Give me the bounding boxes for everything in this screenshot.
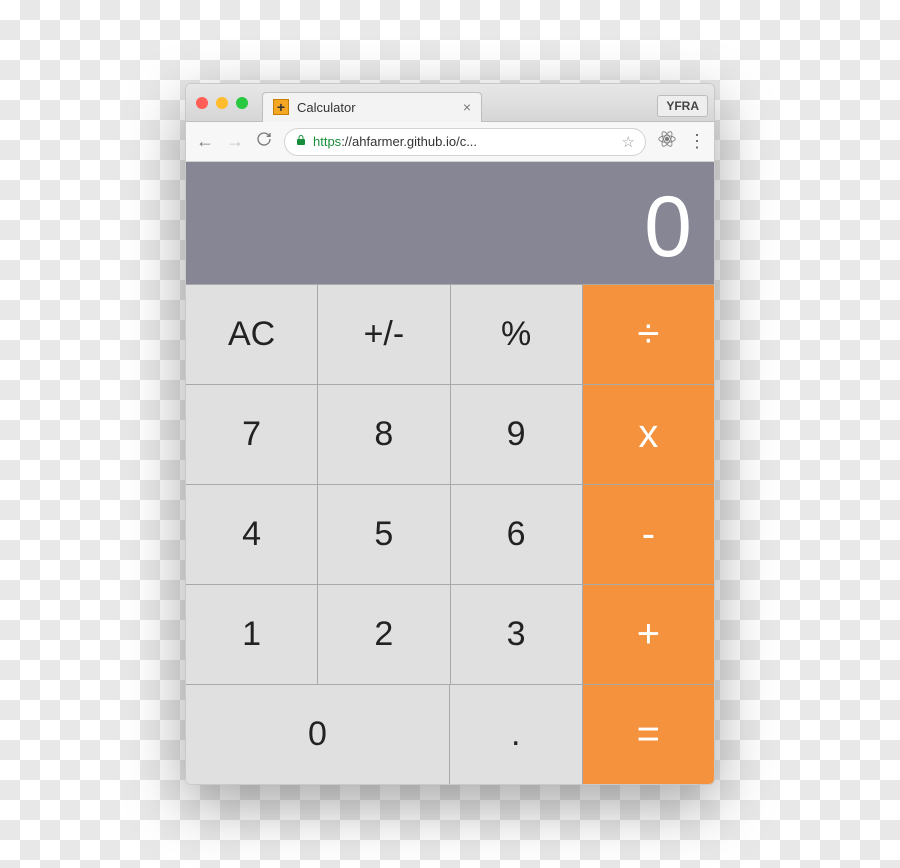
extension-badge[interactable]: YFRA — [657, 95, 708, 117]
digit-0-button[interactable]: 0 — [186, 684, 450, 784]
negate-button[interactable]: +/- — [318, 284, 450, 384]
decimal-button[interactable]: . — [450, 684, 583, 784]
back-button[interactable]: ← — [196, 131, 214, 152]
divide-button[interactable]: ÷ — [583, 284, 714, 384]
forward-button[interactable]: → — [226, 131, 244, 152]
favicon-icon: + — [273, 99, 289, 115]
digit-7-button[interactable]: 7 — [186, 384, 318, 484]
maximize-window-button[interactable] — [236, 97, 248, 109]
digit-2-button[interactable]: 2 — [318, 584, 450, 684]
tab-bar: + Calculator × YFRA — [186, 84, 714, 122]
digit-1-button[interactable]: 1 — [186, 584, 318, 684]
tab-title: Calculator — [297, 100, 455, 115]
lock-icon — [295, 134, 307, 149]
subtract-button[interactable]: - — [583, 484, 714, 584]
browser-window: + Calculator × YFRA ← → https://ahfarmer… — [185, 83, 715, 785]
reload-button[interactable] — [256, 131, 272, 152]
digit-6-button[interactable]: 6 — [451, 484, 583, 584]
multiply-button[interactable]: x — [583, 384, 714, 484]
close-window-button[interactable] — [196, 97, 208, 109]
digit-5-button[interactable]: 5 — [318, 484, 450, 584]
clear-button[interactable]: AC — [186, 284, 318, 384]
add-button[interactable]: + — [583, 584, 714, 684]
digit-4-button[interactable]: 4 — [186, 484, 318, 584]
digit-3-button[interactable]: 3 — [451, 584, 583, 684]
window-controls — [196, 97, 248, 109]
calculator-keypad: AC+/-%÷ 789x 456- 123+0.= — [186, 284, 714, 784]
digit-8-button[interactable]: 8 — [318, 384, 450, 484]
react-devtools-icon[interactable] — [658, 130, 676, 153]
browser-tab[interactable]: + Calculator × — [262, 92, 482, 122]
close-tab-button[interactable]: × — [463, 99, 471, 115]
bookmark-star-button[interactable]: ☆ — [622, 133, 635, 151]
address-bar[interactable]: https://ahfarmer.github.io/c... ☆ — [284, 128, 646, 156]
calculator-display: 0 — [186, 162, 714, 284]
minimize-window-button[interactable] — [216, 97, 228, 109]
browser-toolbar: ← → https://ahfarmer.github.io/c... ☆ ⋮ — [186, 122, 714, 162]
digit-9-button[interactable]: 9 — [451, 384, 583, 484]
equals-button[interactable]: = — [583, 684, 715, 784]
percent-button[interactable]: % — [451, 284, 583, 384]
url-text: https://ahfarmer.github.io/c... — [313, 134, 616, 149]
browser-menu-button[interactable]: ⋮ — [688, 131, 704, 152]
